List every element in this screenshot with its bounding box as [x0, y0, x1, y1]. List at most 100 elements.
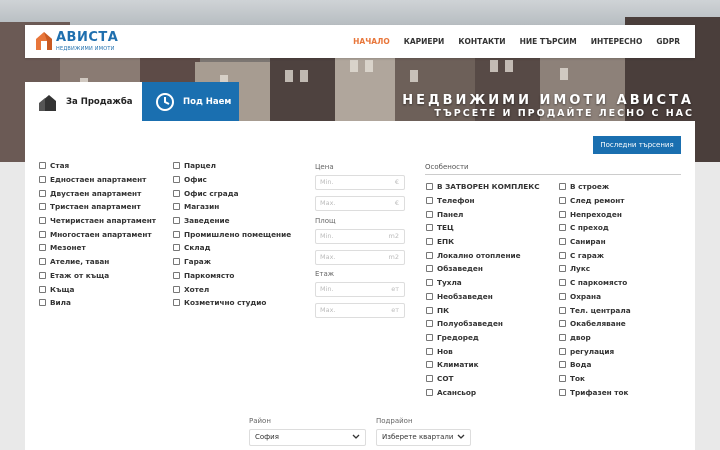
checkbox-box[interactable]	[559, 224, 566, 232]
feature-checkbox[interactable]: Асансьор	[426, 385, 540, 399]
checkbox-box[interactable]	[426, 306, 433, 314]
region-select[interactable]: София	[249, 429, 366, 446]
feature-checkbox[interactable]: Лукс	[559, 262, 631, 276]
feature-checkbox[interactable]: СОТ	[426, 372, 540, 386]
checkbox-box[interactable]	[559, 210, 566, 218]
checkbox-box[interactable]	[39, 244, 46, 252]
checkbox-box[interactable]	[173, 285, 180, 293]
feature-checkbox[interactable]: След ремонт	[559, 194, 631, 208]
feature-checkbox[interactable]: ПК	[426, 303, 540, 317]
checkbox-box[interactable]	[559, 347, 566, 355]
checkbox-box[interactable]	[426, 292, 433, 300]
checkbox-box[interactable]	[559, 265, 566, 273]
price-min-input[interactable]: Min. €	[315, 175, 405, 190]
feature-checkbox[interactable]: Нов	[426, 344, 540, 358]
feature-checkbox[interactable]: Тел. централа	[559, 303, 631, 317]
feature-checkbox[interactable]: Тухла	[426, 276, 540, 290]
floor-min-input[interactable]: Min. ет	[315, 282, 405, 297]
checkbox-box[interactable]	[426, 333, 433, 341]
property-type-checkbox[interactable]: Четиристаен апартамент	[39, 214, 156, 228]
tab-for-rent[interactable]: Под Наем	[142, 82, 239, 121]
feature-checkbox[interactable]: Панел	[426, 207, 540, 221]
feature-checkbox[interactable]: ЕПК	[426, 235, 540, 249]
tab-for-sale[interactable]: За Продажба	[25, 82, 142, 121]
feature-checkbox[interactable]: Саниран	[559, 235, 631, 249]
checkbox-box[interactable]	[39, 189, 46, 197]
checkbox-box[interactable]	[173, 203, 180, 211]
checkbox-box[interactable]	[39, 176, 46, 184]
property-type-checkbox[interactable]: Стая	[39, 159, 156, 173]
checkbox-box[interactable]	[559, 197, 566, 205]
property-type-checkbox[interactable]: Офис	[173, 173, 291, 187]
checkbox-box[interactable]	[559, 292, 566, 300]
feature-checkbox[interactable]: Окабеляване	[559, 317, 631, 331]
checkbox-box[interactable]	[173, 271, 180, 279]
floor-max-input[interactable]: Max. ет	[315, 303, 405, 318]
checkbox-box[interactable]	[559, 320, 566, 328]
checkbox-box[interactable]	[39, 258, 46, 266]
property-type-checkbox[interactable]: Паркомясто	[173, 269, 291, 283]
nav-careers[interactable]: КАРИЕРИ	[397, 25, 452, 58]
checkbox-box[interactable]	[426, 279, 433, 287]
feature-checkbox[interactable]: Необзаведен	[426, 290, 540, 304]
checkbox-box[interactable]	[426, 265, 433, 273]
property-type-checkbox[interactable]: Заведение	[173, 214, 291, 228]
feature-checkbox[interactable]: Непреходен	[559, 207, 631, 221]
checkbox-box[interactable]	[559, 306, 566, 314]
property-type-checkbox[interactable]: Хотел	[173, 282, 291, 296]
feature-checkbox[interactable]: С паркомясто	[559, 276, 631, 290]
checkbox-box[interactable]	[426, 374, 433, 382]
feature-checkbox[interactable]: Телефон	[426, 194, 540, 208]
checkbox-box[interactable]	[426, 320, 433, 328]
checkbox-box[interactable]	[39, 217, 46, 225]
property-type-checkbox[interactable]: Двустаен апартамент	[39, 186, 156, 200]
feature-checkbox[interactable]: Обзаведен	[426, 262, 540, 276]
checkbox-box[interactable]	[173, 162, 180, 170]
property-type-checkbox[interactable]: Офис сграда	[173, 186, 291, 200]
checkbox-box[interactable]	[39, 299, 46, 307]
nav-home[interactable]: НАЧАЛО	[346, 25, 397, 58]
checkbox-box[interactable]	[39, 162, 46, 170]
property-type-checkbox[interactable]: Козметично студио	[173, 296, 291, 310]
logo[interactable]: АВИСТА НЕДВИЖИМИ ИМОТИ	[35, 29, 118, 55]
checkbox-box[interactable]	[173, 299, 180, 307]
checkbox-box[interactable]	[559, 251, 566, 259]
area-max-input[interactable]: Max. m2	[315, 250, 405, 265]
price-max-input[interactable]: Max. €	[315, 196, 405, 211]
feature-checkbox[interactable]: С гараж	[559, 248, 631, 262]
checkbox-box[interactable]	[559, 388, 566, 396]
checkbox-box[interactable]	[39, 230, 46, 238]
feature-checkbox[interactable]: Полуобзаведен	[426, 317, 540, 331]
feature-checkbox[interactable]: В ЗАТВОРЕН КОМПЛЕКС	[426, 180, 540, 194]
feature-checkbox[interactable]: Вода	[559, 358, 631, 372]
feature-checkbox[interactable]: С преход	[559, 221, 631, 235]
checkbox-box[interactable]	[559, 279, 566, 287]
checkbox-box[interactable]	[173, 244, 180, 252]
feature-checkbox[interactable]: Локално отопление	[426, 248, 540, 262]
property-type-checkbox[interactable]: Мезонет	[39, 241, 156, 255]
feature-checkbox[interactable]: Трифазен ток	[559, 385, 631, 399]
checkbox-box[interactable]	[173, 217, 180, 225]
checkbox-box[interactable]	[426, 388, 433, 396]
feature-checkbox[interactable]: В строеж	[559, 180, 631, 194]
checkbox-box[interactable]	[426, 210, 433, 218]
checkbox-box[interactable]	[426, 361, 433, 369]
recent-searches-button[interactable]: Последни търсения	[593, 136, 681, 154]
checkbox-box[interactable]	[426, 238, 433, 246]
feature-checkbox[interactable]: регулация	[559, 344, 631, 358]
property-type-checkbox[interactable]: Тристаен апартамент	[39, 200, 156, 214]
feature-checkbox[interactable]: ТЕЦ	[426, 221, 540, 235]
area-min-input[interactable]: Min. m2	[315, 229, 405, 244]
checkbox-box[interactable]	[559, 374, 566, 382]
feature-checkbox[interactable]: двор	[559, 331, 631, 345]
nav-contacts[interactable]: КОНТАКТИ	[451, 25, 512, 58]
checkbox-box[interactable]	[39, 271, 46, 279]
property-type-checkbox[interactable]: Промишлено помещение	[173, 227, 291, 241]
property-type-checkbox[interactable]: Вила	[39, 296, 156, 310]
property-type-checkbox[interactable]: Магазин	[173, 200, 291, 214]
property-type-checkbox[interactable]: Парцел	[173, 159, 291, 173]
checkbox-box[interactable]	[426, 347, 433, 355]
checkbox-box[interactable]	[173, 176, 180, 184]
nav-we-search[interactable]: НИЕ ТЪРСИМ	[513, 25, 584, 58]
property-type-checkbox[interactable]: Ателие, таван	[39, 255, 156, 269]
